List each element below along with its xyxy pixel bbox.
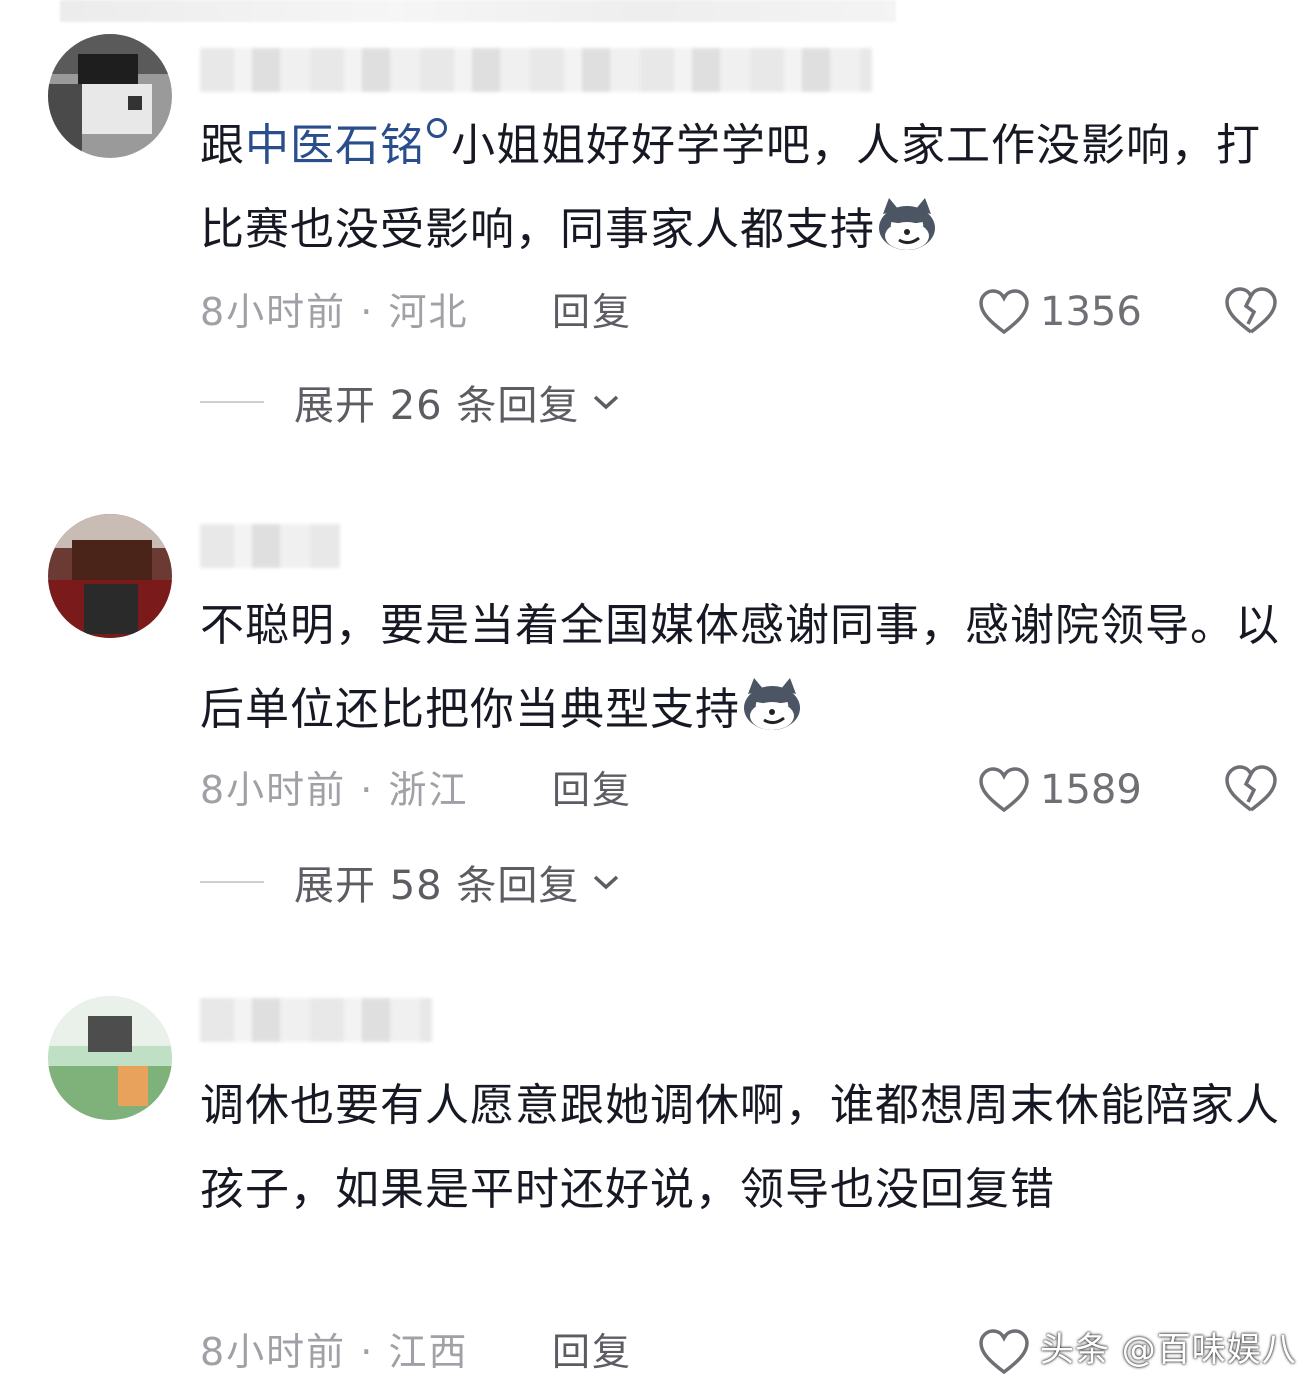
chevron-down-icon xyxy=(594,875,619,890)
chevron-down-icon xyxy=(594,395,619,410)
like-count: 1589 xyxy=(1040,767,1142,813)
comment-text: 不聪明，要是当着全国媒体感谢同事，感谢院领导。以后单位还比把你当典型支持 xyxy=(200,600,1280,735)
expand-replies-button[interactable]: 展开 26 条回复 xyxy=(200,372,621,432)
mention-link[interactable]: 中医石铭 xyxy=(245,120,425,171)
username-blurred[interactable] xyxy=(200,524,340,568)
wolf-smirk-emoji xyxy=(879,198,935,250)
reply-button[interactable]: 回复 xyxy=(552,760,632,820)
divider-line xyxy=(200,401,264,403)
search-icon xyxy=(427,118,447,138)
broken-heart-icon[interactable] xyxy=(1224,764,1278,814)
avatar[interactable] xyxy=(48,514,172,638)
heart-icon xyxy=(979,767,1029,813)
comment-text: 跟中医石铭 小姐姐好好学学吧，人家工作没影响，打比赛也没受影响，同事家人都支持 xyxy=(200,118,1261,255)
expand-replies-button[interactable]: 展开 58 条回复 xyxy=(200,852,621,912)
avatar[interactable] xyxy=(48,34,172,158)
comment-meta: 8小时前 · 浙江 xyxy=(200,768,469,812)
comment-meta: 8小时前 · 江西 xyxy=(200,1330,469,1374)
username-blurred[interactable] xyxy=(200,998,432,1042)
heart-icon xyxy=(979,289,1029,335)
avatar[interactable] xyxy=(48,996,172,1120)
heart-icon xyxy=(979,1329,1029,1375)
blurred-top-strip xyxy=(60,0,896,22)
comment-text: 调休也要有人愿意跟她调休啊，谁都想周末休能陪家人孩子，如果是平时还好说，领导也没… xyxy=(200,1080,1280,1215)
broken-heart-icon[interactable] xyxy=(1224,286,1278,336)
like-button[interactable] xyxy=(978,1322,1030,1382)
wolf-smirk-emoji xyxy=(744,678,800,730)
like-count: 1356 xyxy=(1040,289,1142,335)
username-blurred[interactable] xyxy=(200,48,872,92)
watermark: 头条 @百味娱八 xyxy=(1040,1330,1297,1370)
reply-button[interactable]: 回复 xyxy=(552,282,632,342)
reply-button[interactable]: 回复 xyxy=(552,1322,632,1382)
like-button[interactable]: 1589 xyxy=(978,760,1142,820)
like-button[interactable]: 1356 xyxy=(978,282,1142,342)
comment-meta: 8小时前 · 河北 xyxy=(200,290,469,334)
divider-line xyxy=(200,881,264,883)
